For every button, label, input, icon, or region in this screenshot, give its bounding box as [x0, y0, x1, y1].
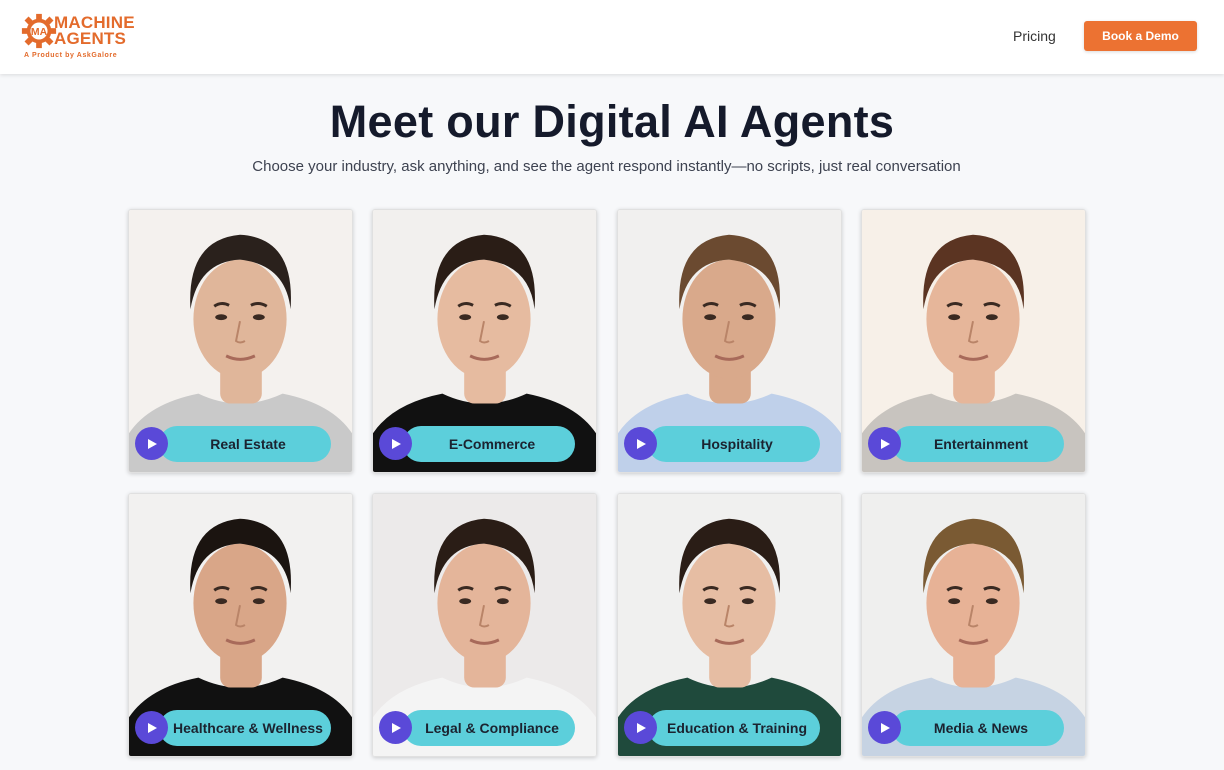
play-button[interactable]: [868, 711, 901, 744]
play-icon: [391, 438, 401, 449]
agent-label[interactable]: Real Estate: [159, 426, 331, 462]
agent-card[interactable]: Entertainment: [861, 209, 1086, 473]
brand-name: MACHINE AGENTS: [54, 14, 144, 48]
top-navbar: MA MACHINE AGENTS A Product by AskGalore…: [0, 0, 1224, 74]
play-button[interactable]: [868, 427, 901, 460]
agent-card[interactable]: Media & News: [861, 493, 1086, 757]
page-title: Meet our Digital AI Agents: [329, 96, 895, 147]
agent-label[interactable]: Education & Training: [648, 710, 820, 746]
agent-label[interactable]: Entertainment: [892, 426, 1064, 462]
play-icon: [391, 722, 401, 733]
page-subtitle: Choose your industry, ask anything, and …: [252, 158, 961, 175]
play-button[interactable]: [379, 711, 412, 744]
play-button[interactable]: [624, 711, 657, 744]
play-button[interactable]: [135, 711, 168, 744]
agent-label[interactable]: E-Commerce: [403, 426, 575, 462]
agent-card[interactable]: Education & Training: [617, 493, 842, 757]
agent-label[interactable]: Legal & Compliance: [403, 710, 575, 746]
gear-logo-icon: MA: [21, 13, 57, 49]
play-icon: [636, 722, 646, 733]
brand-tagline: A Product by AskGalore: [24, 52, 118, 59]
agent-label[interactable]: Healthcare & Wellness: [159, 710, 331, 746]
play-icon: [147, 722, 157, 733]
agent-card[interactable]: Healthcare & Wellness: [128, 493, 353, 757]
agent-card[interactable]: Legal & Compliance: [372, 493, 597, 757]
play-button[interactable]: [379, 427, 412, 460]
play-button[interactable]: [624, 427, 657, 460]
agent-card[interactable]: Hospitality: [617, 209, 842, 473]
play-button[interactable]: [135, 427, 168, 460]
brand-name-line2: AGENTS: [54, 29, 127, 48]
agent-card[interactable]: Real Estate: [128, 209, 353, 473]
agent-label[interactable]: Hospitality: [648, 426, 820, 462]
agent-label[interactable]: Media & News: [892, 710, 1064, 746]
brand-logo[interactable]: MA MACHINE AGENTS A Product by AskGalore: [20, 12, 140, 62]
play-icon: [880, 438, 890, 449]
play-icon: [147, 438, 157, 449]
play-icon: [636, 438, 646, 449]
book-demo-button[interactable]: Book a Demo: [1084, 21, 1197, 51]
logo-mark: MA: [31, 27, 48, 38]
agent-card[interactable]: E-Commerce: [372, 209, 597, 473]
nav-link-pricing[interactable]: Pricing: [1013, 28, 1056, 44]
play-icon: [880, 722, 890, 733]
